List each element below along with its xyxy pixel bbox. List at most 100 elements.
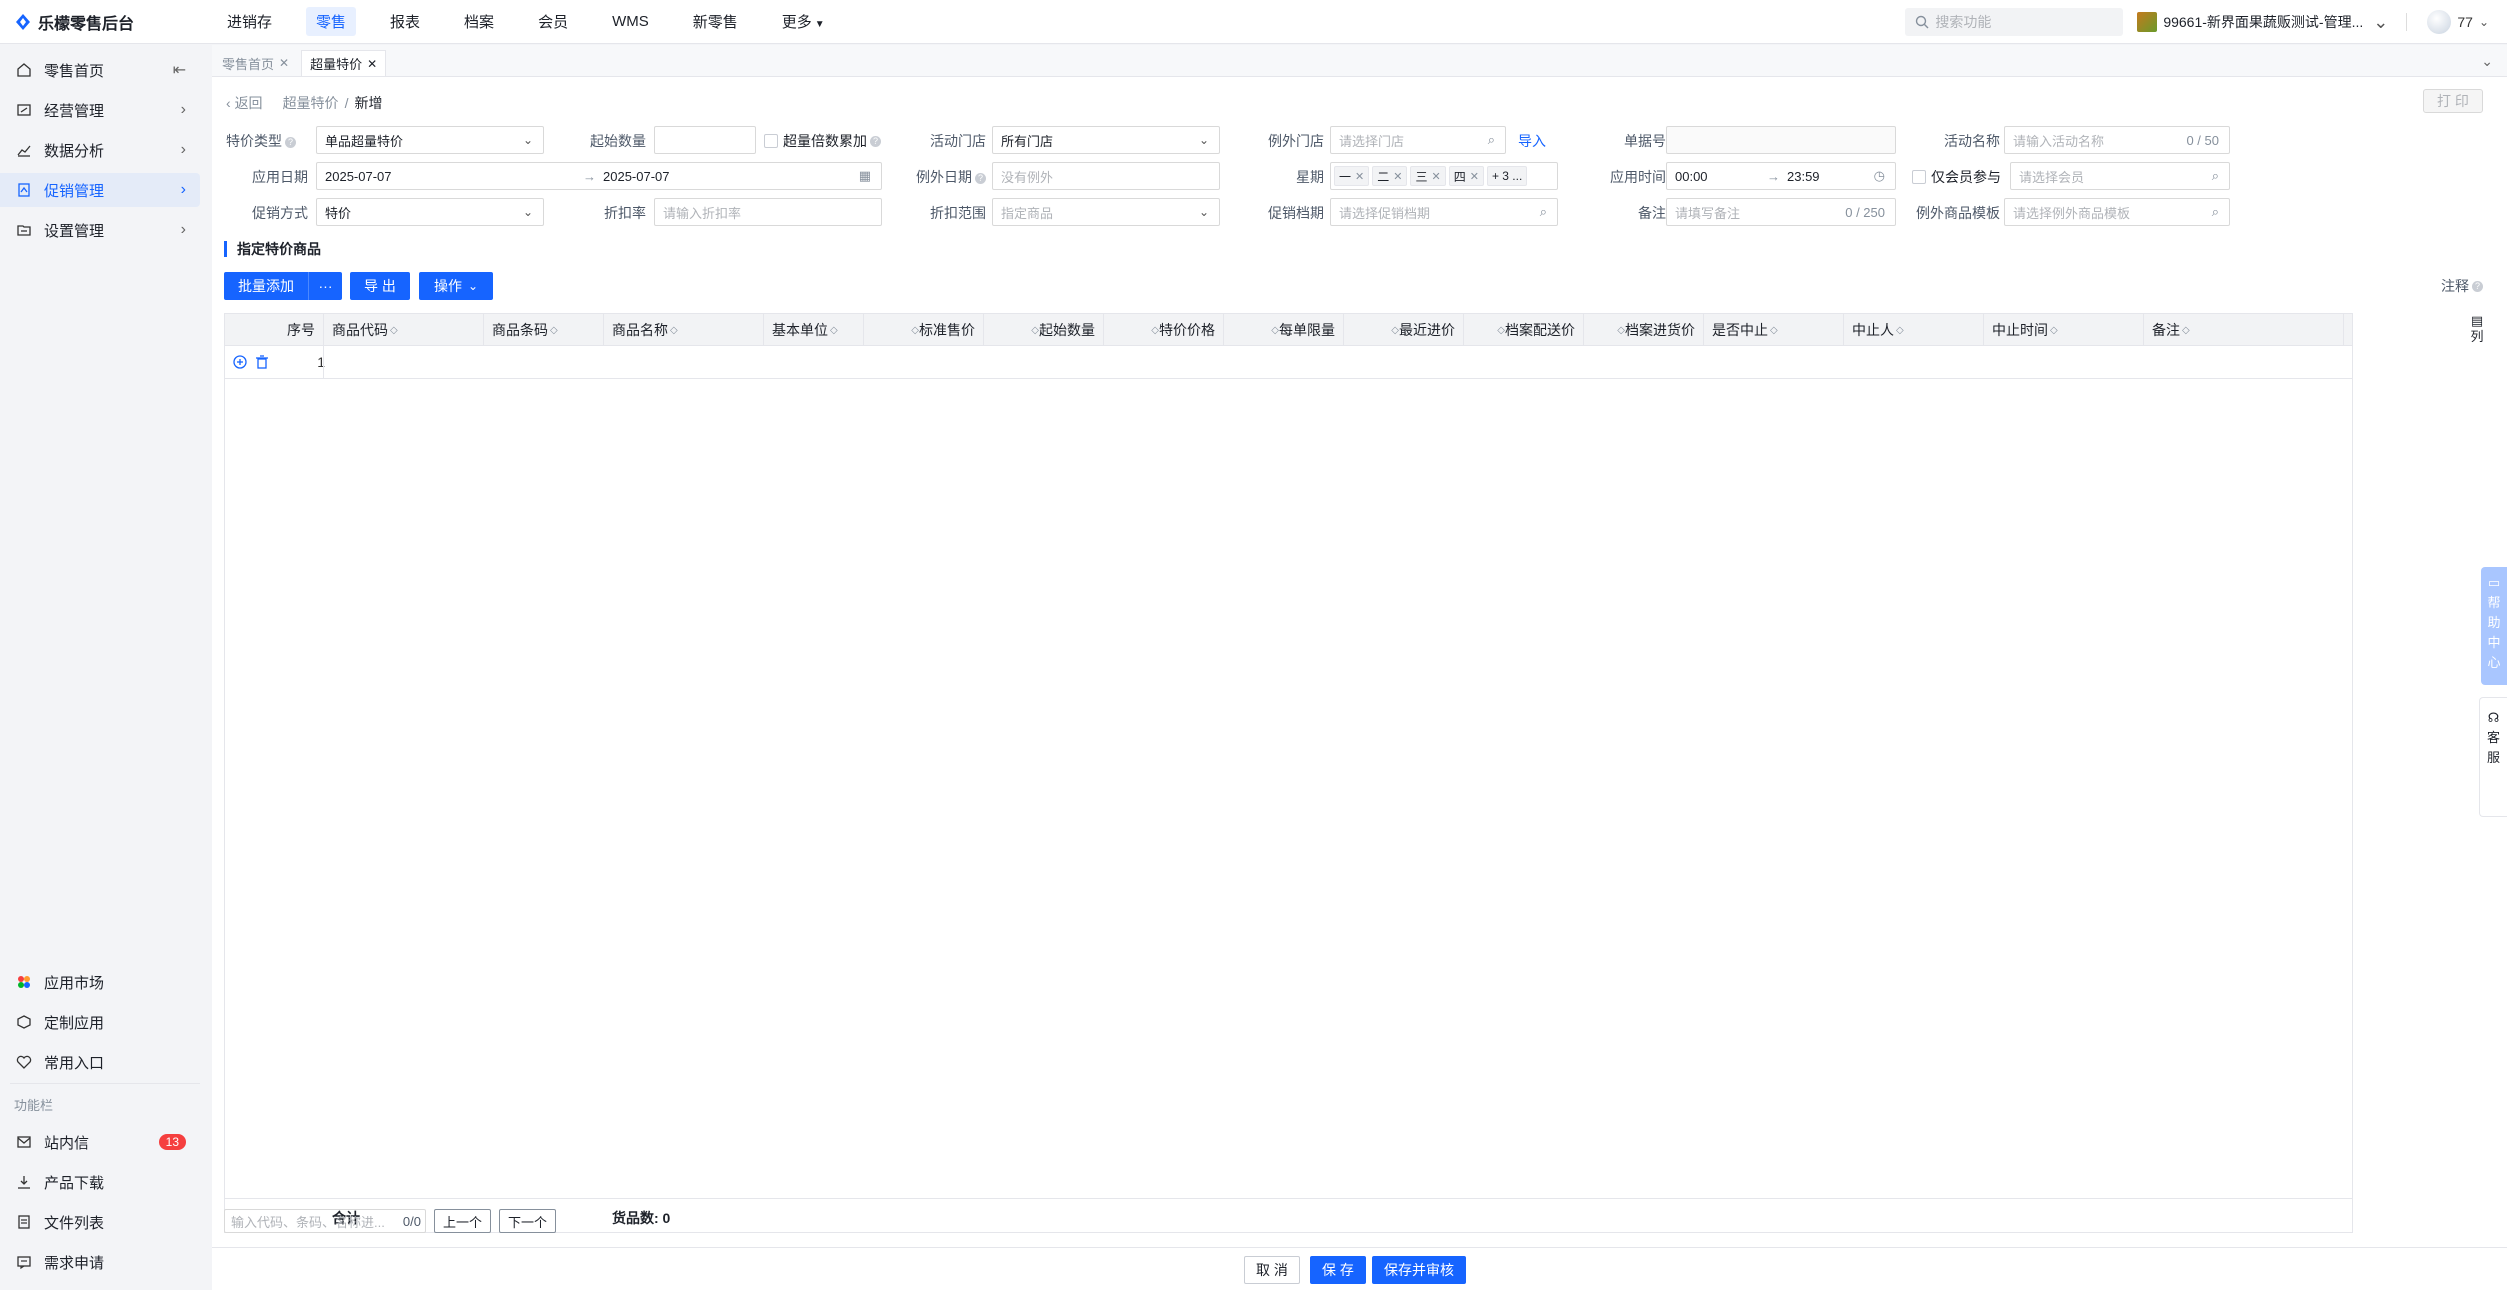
exclude-date-input[interactable]: 没有例外 [992, 162, 1220, 190]
search-icon[interactable]: ⌕ [2212, 204, 2219, 220]
customer-service-button[interactable]: ☊ 客服 [2479, 697, 2507, 817]
column-header[interactable]: ◇ 档案进货价 [1584, 314, 1704, 346]
sort-icon[interactable]: ◇ [1497, 325, 1505, 336]
promo-method-select[interactable]: 特价 ⌄ [316, 198, 544, 226]
sidebar-item-file-list[interactable]: 文件列表 [0, 1205, 200, 1239]
sidebar-item-retail-home[interactable]: 零售首页 ⇤ [0, 53, 200, 87]
sort-icon[interactable]: ◇ [390, 325, 398, 336]
column-header[interactable]: 是否中止 ◇ [1704, 314, 1844, 346]
column-header[interactable]: 商品条码 ◇ [484, 314, 604, 346]
apply-date-range[interactable]: 2025-07-07 → 2025-07-07 ▦ [316, 162, 882, 190]
special-type-select[interactable]: 单品超量特价 ⌄ [316, 126, 544, 154]
sort-icon[interactable]: ◇ [1151, 325, 1159, 336]
sidebar-item-data-analysis[interactable]: 数据分析 › [0, 133, 200, 167]
apply-time-range[interactable]: 00:00 → 23:59 ◷ [1666, 162, 1896, 190]
discount-scope-select[interactable]: 指定商品 ⌄ [992, 198, 1220, 226]
help-icon[interactable]: ? [285, 137, 296, 148]
find-prev-button[interactable]: 上一个 [434, 1209, 492, 1233]
column-header[interactable]: ◇ 每单限量 [1224, 314, 1344, 346]
column-header[interactable]: ◇ 特价价格 [1104, 314, 1224, 346]
import-link[interactable]: 导入 [1518, 131, 1546, 151]
close-icon[interactable]: ✕ [1470, 170, 1479, 183]
search-icon[interactable]: ⌕ [1488, 132, 1495, 148]
column-header[interactable]: 商品代码 ◇ [324, 314, 484, 346]
sort-icon[interactable]: ◇ [2050, 325, 2058, 336]
nav-item-wms[interactable]: WMS [602, 9, 659, 34]
chevron-down-icon[interactable]: ⌄ [2481, 53, 2493, 70]
search-icon[interactable]: ⌕ [1540, 204, 1547, 220]
cancel-button[interactable]: 取 消 [1244, 1256, 1300, 1284]
notes-link[interactable]: 注释? [2441, 276, 2483, 296]
column-header[interactable]: 中止人 ◇ [1844, 314, 1984, 346]
sidebar-item-promotion[interactable]: 促销管理 › [0, 173, 200, 207]
column-header[interactable]: 基本单位 ◇ [764, 314, 864, 346]
promo-schedule-input[interactable]: 请选择促销档期 ⌕ [1330, 198, 1558, 226]
clock-icon[interactable]: ◷ [1874, 168, 1885, 184]
apply-time-start[interactable]: 00:00 [1675, 169, 1708, 184]
sort-icon[interactable]: ◇ [2182, 325, 2190, 336]
add-row-icon[interactable] [233, 355, 247, 372]
save-and-audit-button[interactable]: 保存并审核 [1372, 1256, 1466, 1284]
activity-name-input[interactable]: 请输入活动名称 0 / 50 [2004, 126, 2230, 154]
activity-store-select[interactable]: 所有门店 ⌄ [992, 126, 1220, 154]
exclude-template-input[interactable]: 请选择例外商品模板 ⌕ [2004, 198, 2230, 226]
nav-item-reports[interactable]: 报表 [380, 7, 430, 36]
shop-switcher[interactable]: 99661-新界面果蔬贩测试-管理... ⌄ [2137, 12, 2388, 33]
breadcrumb-parent[interactable]: 超量特价 [283, 93, 339, 113]
sidebar-item-settings[interactable]: 设置管理 › [0, 213, 200, 247]
help-icon[interactable]: ? [870, 135, 881, 147]
sort-icon[interactable]: ◇ [1770, 325, 1778, 336]
nav-item-inventory[interactable]: 进销存 [217, 7, 282, 36]
sidebar-item-operations[interactable]: 经营管理 › [0, 93, 200, 127]
sort-icon[interactable]: ◇ [1031, 325, 1039, 336]
weekday-select[interactable]: 一 ✕ 二 ✕ 三 ✕ 四 ✕ + 3 ... [1330, 162, 1558, 190]
remark-input[interactable]: 请填写备注 0 / 250 [1666, 198, 1896, 226]
export-button[interactable]: 导 出 [350, 272, 410, 300]
sidebar-item-inbox[interactable]: 站内信 13 [0, 1125, 200, 1159]
apply-date-start[interactable]: 2025-07-07 [325, 169, 392, 184]
weekday-more-tag[interactable]: + 3 ... [1486, 166, 1528, 186]
sidebar-item-app-market[interactable]: 应用市场 [0, 965, 200, 999]
over-multiple-checkbox[interactable]: 超量倍数累加? [764, 131, 881, 151]
close-icon[interactable]: ✕ [1393, 170, 1402, 183]
find-next-button[interactable]: 下一个 [499, 1209, 557, 1233]
operate-button[interactable]: 操作 ⌄ [419, 272, 493, 300]
save-button[interactable]: 保 存 [1310, 1256, 1366, 1284]
close-icon[interactable]: ✕ [1431, 170, 1440, 183]
nav-item-archive[interactable]: 档案 [454, 7, 504, 36]
sort-icon[interactable]: ◇ [911, 325, 919, 336]
chevron-down-icon[interactable]: ⌄ [2479, 15, 2489, 29]
sidebar-item-request[interactable]: 需求申请 [0, 1245, 200, 1279]
sort-icon[interactable]: ◇ [830, 325, 838, 336]
sidebar-item-download[interactable]: 产品下载 [0, 1165, 200, 1199]
collapse-sidebar-icon[interactable]: ⇤ [173, 60, 186, 80]
member-select-input[interactable]: 请选择会员 ⌕ [2010, 162, 2230, 190]
column-header[interactable]: ◇ 最近进价 [1344, 314, 1464, 346]
sort-icon[interactable]: ◇ [670, 325, 678, 336]
app-logo[interactable]: 乐檬零售后台 [0, 10, 205, 34]
nav-item-retail[interactable]: 零售 [306, 7, 357, 36]
sort-icon[interactable]: ◇ [550, 325, 558, 336]
more-icon[interactable]: ··· [309, 278, 342, 294]
close-icon[interactable]: ✕ [279, 56, 289, 70]
sidebar-item-favorites[interactable]: 常用入口 [0, 1045, 200, 1079]
column-header[interactable]: ◇ 起始数量 [984, 314, 1104, 346]
tab-retail-home[interactable]: 零售首页 ✕ [214, 50, 297, 76]
sort-icon[interactable]: ◇ [1391, 325, 1399, 336]
column-settings-button[interactable]: ▤ 列 [2468, 313, 2486, 345]
column-header[interactable]: 商品名称 ◇ [604, 314, 764, 346]
column-header[interactable]: ◇ 标准售价 [864, 314, 984, 346]
function-search-input[interactable]: 搜索功能 [1905, 8, 2124, 36]
close-icon[interactable]: ✕ [1355, 170, 1364, 183]
nav-item-more[interactable]: 更多 ▼ [772, 7, 835, 36]
column-header[interactable]: ◇ 档案配送价 [1464, 314, 1584, 346]
sort-icon[interactable]: ◇ [1271, 325, 1279, 336]
delete-row-icon[interactable] [255, 355, 269, 372]
member-only-checkbox[interactable]: 仅会员参与 [1912, 167, 2001, 187]
print-button[interactable]: 打 印 [2423, 89, 2483, 113]
row-find-input[interactable]: 输入代码、条码、名称进... 0/0 [224, 1209, 426, 1233]
column-header[interactable]: 备注 ◇ [2144, 314, 2344, 346]
exclude-store-input[interactable]: 请选择门店 ⌕ [1330, 126, 1506, 154]
column-header[interactable]: 中止时间 ◇ [1984, 314, 2144, 346]
discount-rate-input[interactable]: 请输入折扣率 [654, 198, 882, 226]
